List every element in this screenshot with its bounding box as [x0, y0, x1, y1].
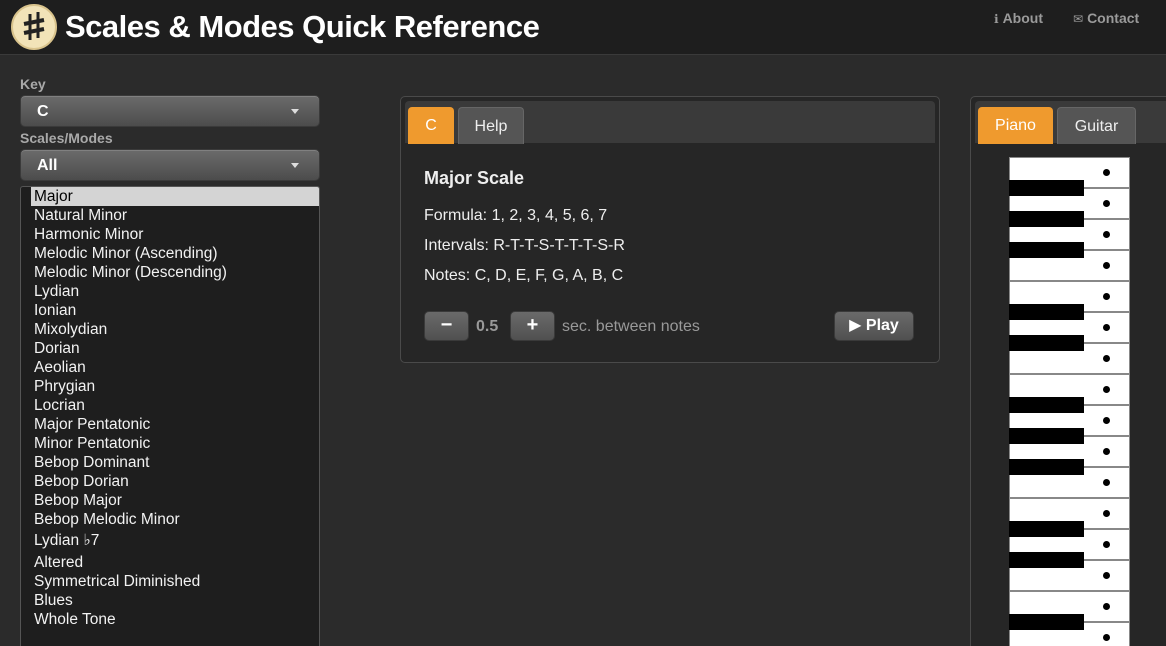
about-link[interactable]: ℹ About	[994, 10, 1043, 26]
scale-note-dot	[1103, 231, 1110, 238]
list-item[interactable]: Bebop Dominant	[31, 453, 319, 472]
scale-note-dot	[1103, 603, 1110, 610]
scales-modes-select[interactable]: All	[20, 149, 320, 181]
play-button[interactable]: ▶ Play	[834, 311, 914, 341]
info-tabbar: C Help	[405, 101, 935, 144]
instrument-panel: Piano Guitar	[970, 96, 1166, 646]
scale-note-dot	[1103, 572, 1110, 579]
tab-help[interactable]: Help	[458, 107, 524, 144]
scale-info-panel: C Help Major Scale Formula: 1, 2, 3, 4, …	[400, 96, 940, 363]
list-item[interactable]: Dorian	[31, 339, 319, 358]
list-item[interactable]: Phrygian	[31, 377, 319, 396]
list-item[interactable]: Symmetrical Diminished	[31, 572, 319, 591]
piano-keyboard[interactable]	[1009, 157, 1130, 646]
increase-speed-button[interactable]: +	[510, 311, 555, 341]
piano-black-key[interactable]	[1009, 397, 1084, 413]
list-item[interactable]: Minor Pentatonic	[31, 434, 319, 453]
key-label: Key	[20, 76, 46, 92]
scale-note-dot	[1103, 355, 1110, 362]
piano-black-key[interactable]	[1009, 304, 1084, 320]
scale-note-dot	[1103, 634, 1110, 641]
tab-piano[interactable]: Piano	[978, 107, 1053, 144]
piano-black-key[interactable]	[1009, 335, 1084, 351]
list-item[interactable]: Lydian	[31, 282, 319, 301]
list-item[interactable]: Bebop Dorian	[31, 472, 319, 491]
list-item[interactable]: Major	[31, 187, 319, 206]
scale-note-dot	[1103, 386, 1110, 393]
scale-name: Major Scale	[424, 168, 525, 188]
list-item[interactable]: Ionian	[31, 301, 319, 320]
info-icon: ℹ	[994, 12, 999, 26]
list-item[interactable]: Melodic Minor (Ascending)	[31, 244, 319, 263]
scale-intervals: Intervals: R-T-T-S-T-T-T-S-R	[424, 237, 625, 254]
scale-note-dot	[1103, 448, 1110, 455]
key-select[interactable]: C	[20, 95, 320, 127]
list-item[interactable]: Natural Minor	[31, 206, 319, 225]
about-label: About	[1002, 10, 1043, 26]
piano-black-key[interactable]	[1009, 552, 1084, 568]
list-item[interactable]: Lydian ♭7	[31, 531, 319, 550]
piano-black-key[interactable]	[1009, 614, 1084, 630]
list-item[interactable]: Whole Tone	[31, 610, 319, 629]
scale-note-dot	[1103, 510, 1110, 517]
list-item[interactable]: Blues	[31, 591, 319, 610]
scale-note-dot	[1103, 262, 1110, 269]
tab-guitar[interactable]: Guitar	[1057, 107, 1136, 144]
piano-black-key[interactable]	[1009, 428, 1084, 444]
list-item[interactable]: Altered	[31, 553, 319, 572]
piano-black-key[interactable]	[1009, 521, 1084, 537]
contact-label: Contact	[1087, 10, 1140, 26]
list-item[interactable]: Aeolian	[31, 358, 319, 377]
decrease-speed-button[interactable]: −	[424, 311, 469, 341]
speed-value: 0.5	[476, 318, 499, 335]
scale-note-dot	[1103, 324, 1110, 331]
scales-modes-label: Scales/Modes	[20, 130, 113, 146]
list-item[interactable]: Bebop Melodic Minor	[31, 510, 319, 529]
list-item[interactable]: Major Pentatonic	[31, 415, 319, 434]
list-item[interactable]: Locrian	[31, 396, 319, 415]
app-header: Scales & Modes Quick Reference ℹ About ✉ C…	[0, 0, 1166, 55]
instrument-tabbar: Piano Guitar	[975, 101, 1166, 144]
list-item[interactable]: Harmonic Minor	[31, 225, 319, 244]
envelope-icon: ✉	[1073, 12, 1084, 26]
piano-black-key[interactable]	[1009, 242, 1084, 258]
scale-note-dot	[1103, 541, 1110, 548]
list-item[interactable]: Bebop Major	[31, 491, 319, 510]
caret-down-icon	[291, 109, 299, 114]
logo-sharp-icon	[11, 4, 57, 50]
scale-listbox[interactable]: Major Natural Minor Harmonic Minor Melod…	[20, 186, 320, 646]
scale-notes: Notes: C, D, E, F, G, A, B, C	[424, 267, 624, 284]
speed-unit-label: sec. between notes	[562, 318, 700, 335]
scale-note-dot	[1103, 200, 1110, 207]
scale-note-dot	[1103, 417, 1110, 424]
list-item[interactable]: Mixolydian	[31, 320, 319, 339]
list-item[interactable]: Melodic Minor (Descending)	[31, 263, 319, 282]
key-select-value: C	[37, 103, 49, 120]
piano-black-key[interactable]	[1009, 180, 1084, 196]
app-title: Scales & Modes Quick Reference	[65, 9, 540, 44]
scale-note-dot	[1103, 169, 1110, 176]
scale-note-dot	[1103, 293, 1110, 300]
contact-link[interactable]: ✉ Contact	[1073, 10, 1139, 26]
scales-modes-select-value: All	[37, 157, 58, 174]
scale-note-dot	[1103, 479, 1110, 486]
tab-key[interactable]: C	[408, 107, 454, 144]
caret-down-icon	[291, 163, 299, 168]
scale-formula: Formula: 1, 2, 3, 4, 5, 6, 7	[424, 207, 608, 224]
piano-black-key[interactable]	[1009, 459, 1084, 475]
piano-black-key[interactable]	[1009, 211, 1084, 227]
